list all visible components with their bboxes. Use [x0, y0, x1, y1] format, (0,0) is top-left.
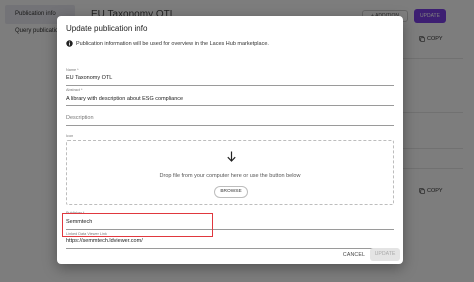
dropzone-text: Drop file from your computer here or use…: [159, 173, 301, 179]
publisher-label: Publisher *: [66, 211, 85, 215]
dialog-title: Update publication info: [66, 24, 148, 33]
arrow-down-icon: [227, 151, 236, 162]
browse-button[interactable]: BROWSE: [214, 186, 248, 198]
description-field[interactable]: Description: [66, 113, 394, 126]
update-button[interactable]: UPDATE: [370, 248, 400, 261]
field-underline: [66, 125, 394, 126]
info-text: Publication information will be used for…: [76, 40, 269, 47]
publisher-field[interactable]: Publisher * Semmtech: [66, 211, 394, 230]
abstract-label: Abstract *: [66, 88, 83, 92]
linked-data-viewer-link-field[interactable]: Linked Data Viewer Link https://semmtech…: [66, 230, 394, 250]
field-underline: [66, 85, 394, 86]
abstract-field[interactable]: Abstract * A library with description ab…: [66, 88, 394, 106]
icon-dropzone[interactable]: Drop file from your computer here or use…: [66, 140, 394, 205]
field-underline: [66, 105, 394, 106]
icon-label: Icon: [66, 134, 74, 138]
info-message: Publication information will be used for…: [66, 40, 269, 47]
publisher-value[interactable]: Semmtech: [66, 219, 92, 225]
linked-data-viewer-link-label: Linked Data Viewer Link: [66, 232, 107, 236]
update-publication-dialog: Update publication info Publication info…: [57, 16, 403, 264]
name-label: Name *: [66, 68, 79, 72]
linked-data-viewer-link-value[interactable]: https://semmtech.ldviewer.com/: [66, 238, 143, 244]
cancel-button[interactable]: CANCEL: [342, 249, 366, 261]
abstract-value[interactable]: A library with description about ESG com…: [66, 96, 183, 102]
description-placeholder[interactable]: Description: [66, 115, 94, 121]
info-icon: [66, 40, 73, 47]
name-field[interactable]: Name * EU Taxonomy OTL: [66, 68, 394, 86]
name-value[interactable]: EU Taxonomy OTL: [66, 75, 112, 81]
